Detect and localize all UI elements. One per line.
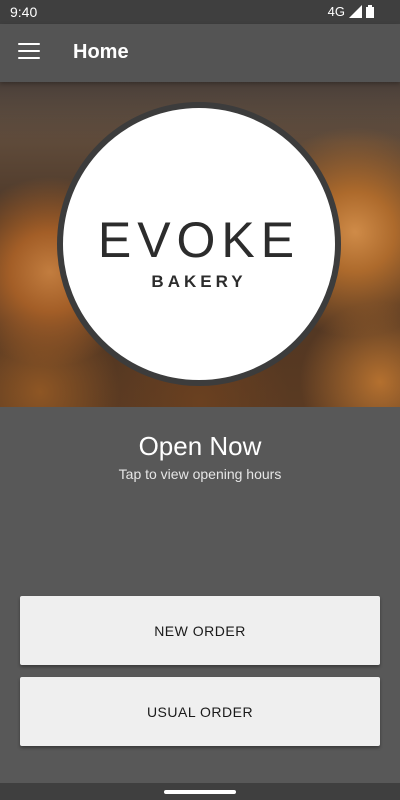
app-bar: Home — [0, 24, 400, 82]
usual-order-button[interactable]: USUAL ORDER — [20, 677, 380, 746]
battery-icon — [366, 5, 374, 18]
logo-subtitle-text: BAKERY — [151, 272, 247, 291]
network-type-label: 4G — [327, 4, 345, 19]
navigation-bar — [0, 783, 400, 800]
hamburger-menu-icon[interactable] — [18, 43, 40, 61]
signal-icon — [349, 5, 362, 18]
status-time: 9:40 — [10, 4, 38, 20]
page-title: Home — [73, 41, 129, 63]
bakery-logo: EVOKE BAKERY — [57, 102, 341, 386]
logo-brand-text: EVOKE — [97, 212, 301, 268]
status-icons: 4G — [328, 4, 374, 19]
status-bar: 9:40 4G — [0, 0, 400, 24]
home-gesture-handle[interactable] — [164, 790, 236, 794]
opening-hours-hint[interactable]: Tap to view opening hours — [0, 466, 400, 482]
new-order-button[interactable]: NEW ORDER — [20, 596, 380, 665]
open-status-title[interactable]: Open Now — [0, 431, 400, 462]
hero-banner: EVOKE BAKERY — [0, 82, 400, 407]
